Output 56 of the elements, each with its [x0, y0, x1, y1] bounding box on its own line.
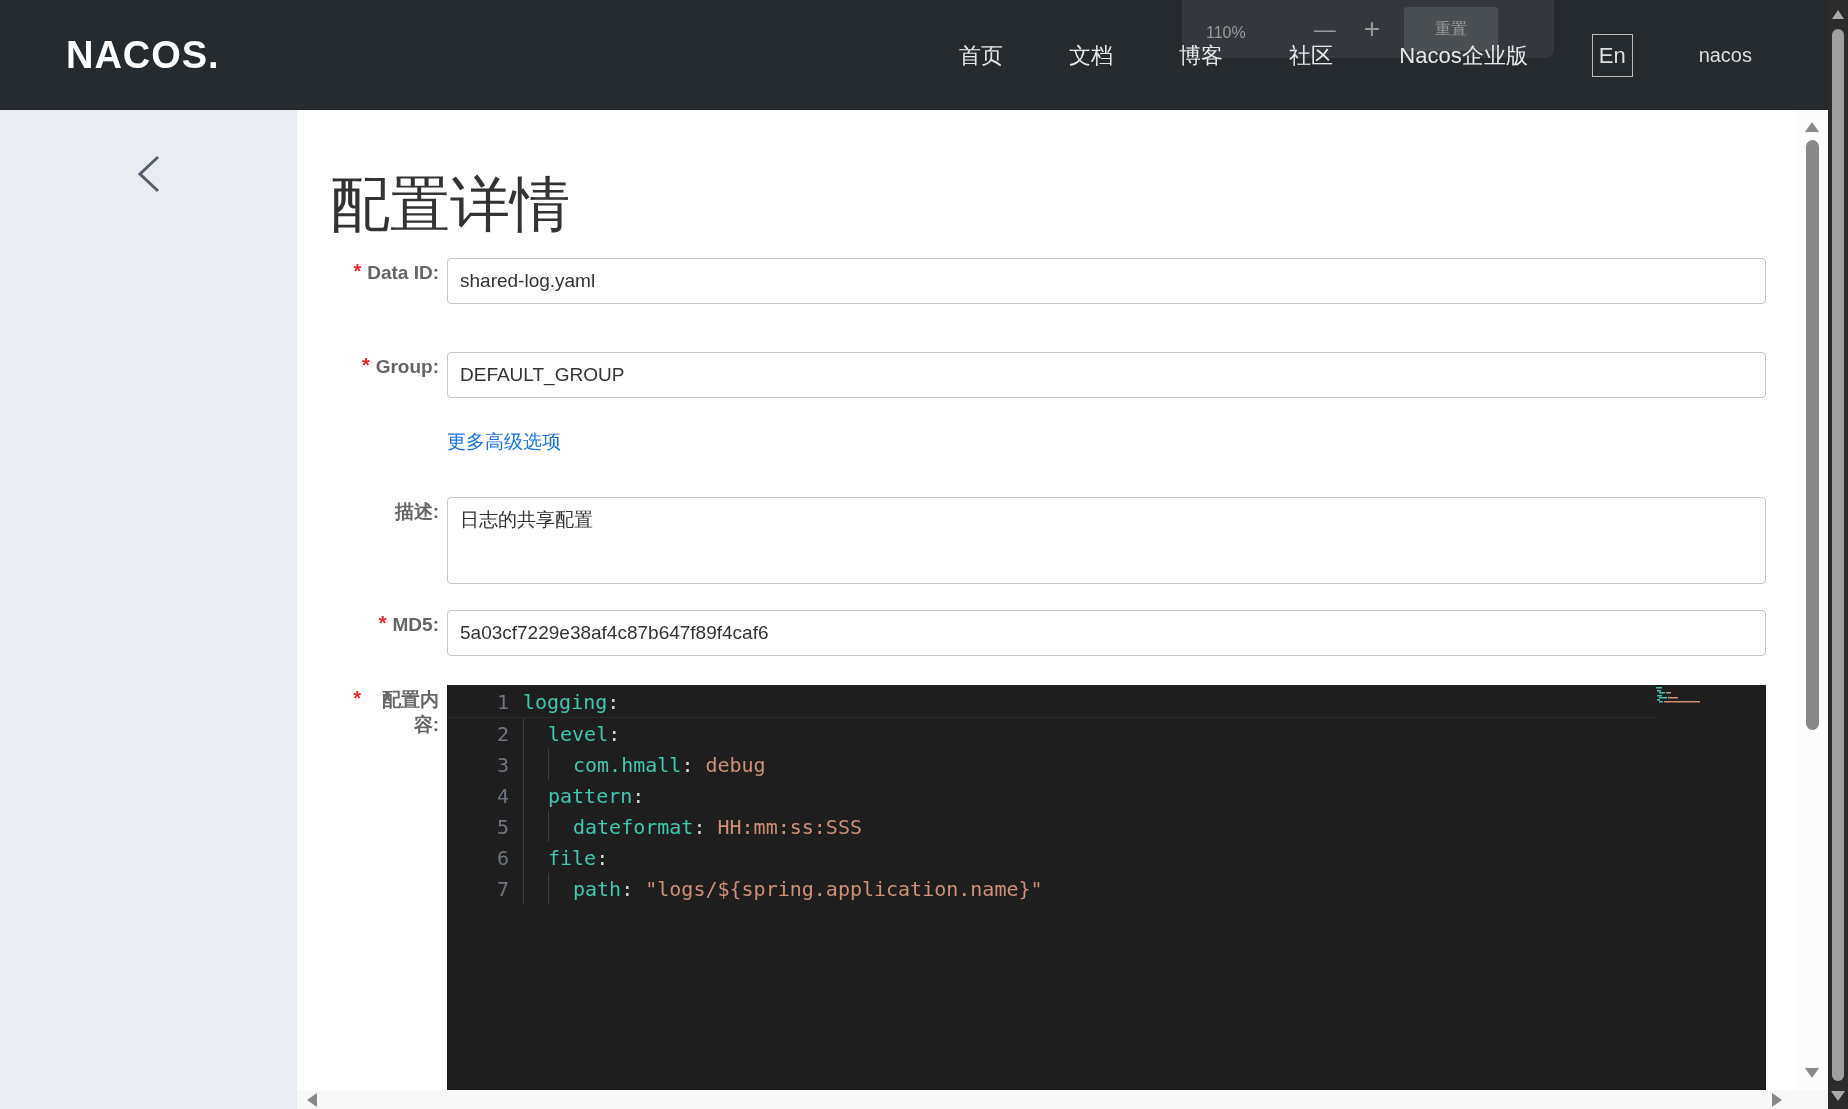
- logo[interactable]: NACOS.: [66, 26, 220, 84]
- zoom-in-button[interactable]: +: [1363, 8, 1381, 50]
- code-key: com.hmall: [573, 749, 682, 780]
- field-label: 配置内容:: [381, 688, 439, 737]
- text-area[interactable]: 日志的共享配置: [447, 497, 1766, 584]
- code-key: file: [548, 842, 597, 873]
- code-punctuation: :: [621, 875, 634, 903]
- code-punctuation: :: [596, 844, 609, 872]
- code-key: path: [573, 873, 622, 904]
- page-title: 配置详情: [330, 170, 571, 240]
- required-mark: *: [353, 686, 361, 711]
- scroll-right-icon[interactable]: [1772, 1092, 1782, 1107]
- scroll-up-icon[interactable]: [1805, 122, 1819, 132]
- code-key: level: [548, 718, 609, 749]
- input-field[interactable]: 5a03cf7229e38af4c87b647f89f4caf6: [447, 610, 1766, 656]
- code-punctuation: :: [607, 689, 620, 716]
- nav-link[interactable]: 文档: [1069, 38, 1114, 72]
- field-label: Group:: [375, 355, 439, 379]
- minimap-drawing[interactable]: [1656, 687, 1700, 703]
- input-field[interactable]: DEFAULT_GROUP: [447, 352, 1766, 398]
- field-label: MD5:: [392, 613, 439, 637]
- advanced-options-link[interactable]: 更多高级选项: [447, 427, 561, 457]
- scrollbar-thumb[interactable]: [1805, 140, 1819, 730]
- horizontal-scrollbar[interactable]: [297, 1090, 1828, 1109]
- scroll-down-icon[interactable]: [1831, 1091, 1845, 1101]
- code-value: "logs/${spring.application.name}": [645, 875, 1043, 903]
- required-mark: *: [353, 259, 362, 284]
- code-punctuation: :: [693, 813, 706, 841]
- code-editor[interactable]: 1 logging: 2 level: 3 com.hmall: debug 4 pattern: 5 dateformat: HH:mm:ss:SSS 6 file: 7 path: "logs/${spring.application.name}": [447, 685, 1766, 1090]
- line-number: 1: [495, 689, 509, 716]
- scroll-up-icon[interactable]: [1832, 10, 1844, 19]
- nav-link[interactable]: 首页: [959, 38, 1004, 72]
- code-key: pattern: [548, 780, 633, 811]
- code-punctuation: :: [608, 720, 621, 748]
- required-mark: *: [361, 353, 370, 378]
- input-field[interactable]: shared-log.yaml: [447, 258, 1766, 304]
- field-label: Data ID:: [367, 261, 439, 285]
- code-value: debug: [705, 751, 766, 779]
- code-key: dateformat: [573, 811, 694, 842]
- field-label: 描述:: [394, 500, 439, 524]
- required-mark: *: [378, 611, 387, 636]
- scroll-left-icon[interactable]: [307, 1092, 317, 1107]
- code-punctuation: :: [681, 751, 694, 779]
- language-button[interactable]: En: [1591, 33, 1633, 77]
- scrollbar-thumb[interactable]: [1832, 29, 1844, 1081]
- line-number: 6: [495, 844, 509, 872]
- line-number: 7: [495, 875, 509, 903]
- line-number: 5: [495, 813, 509, 841]
- code-key: logging: [523, 687, 608, 717]
- code-value: HH:mm:ss:SSS: [717, 813, 862, 841]
- line-number: 2: [495, 720, 509, 748]
- user-name[interactable]: nacos: [1698, 40, 1752, 70]
- scroll-down-icon[interactable]: [1805, 1068, 1819, 1078]
- code-punctuation: :: [632, 782, 645, 810]
- line-number: 3: [495, 751, 509, 779]
- line-number: 4: [495, 782, 509, 810]
